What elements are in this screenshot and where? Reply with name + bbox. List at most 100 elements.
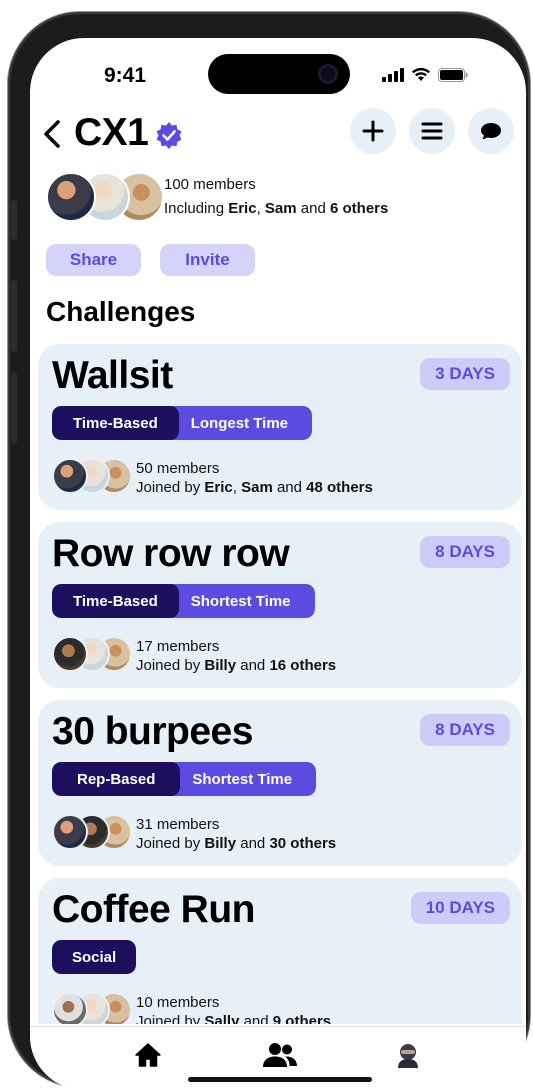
- menu-icon: [421, 122, 443, 140]
- member-name: Eric: [204, 479, 233, 496]
- days-badge: 3 DAYS: [420, 358, 510, 390]
- challenge-member-count: 17 members: [136, 638, 220, 655]
- challenge-title: Wallsit: [52, 354, 173, 397]
- challenge-member-count: 31 members: [136, 816, 220, 833]
- others-count: 9 others: [272, 1013, 332, 1024]
- avatar: [52, 458, 88, 494]
- days-badge: 8 DAYS: [420, 714, 510, 746]
- signal-icon: [382, 67, 404, 82]
- separator: and: [236, 835, 270, 852]
- member-name: Billy: [204, 657, 237, 674]
- type-tag: Social: [52, 940, 137, 974]
- joined-prefix: Joined by: [136, 657, 205, 674]
- challenge-avatars: [52, 636, 132, 672]
- status-icons: [382, 67, 468, 82]
- challenge-tags: Social: [52, 940, 137, 974]
- profile-avatar-icon: [398, 1044, 418, 1068]
- challenge-feed[interactable]: Wallsit 3 DAYS Time-Based Longest Time 5…: [38, 344, 522, 1024]
- goal-tag: Shortest Time: [168, 762, 317, 796]
- camera-icon: [318, 64, 338, 84]
- member-name: Sally: [204, 1013, 240, 1024]
- challenge-card[interactable]: Row row row 8 DAYS Time-Based Shortest T…: [38, 522, 522, 688]
- others-count: 48 others: [306, 479, 373, 496]
- chat-bubble-icon: [481, 123, 501, 140]
- separator: ,: [256, 200, 265, 217]
- separator: and: [239, 1013, 273, 1024]
- challenge-joined: Joined by Billy and 30 others: [136, 835, 336, 852]
- others-count: 6 others: [329, 200, 389, 217]
- member-avatars[interactable]: [46, 172, 164, 222]
- avatar: [52, 636, 88, 672]
- member-name: Sam: [264, 200, 297, 217]
- goal-tag: Longest Time: [166, 406, 313, 440]
- phone-frame: 9:41 CX1 100 members Including Eric, Sam…: [8, 12, 530, 1090]
- tab-bar: [30, 1026, 526, 1090]
- wifi-icon: [412, 67, 430, 81]
- tab-home[interactable]: [130, 1039, 166, 1071]
- challenge-title: Row row row: [52, 532, 290, 575]
- goal-tag: Shortest Time: [166, 584, 315, 618]
- action-button: [11, 200, 17, 240]
- member-name: Eric: [228, 200, 257, 217]
- chevron-left-icon: [44, 120, 60, 148]
- share-button[interactable]: Share: [46, 244, 141, 276]
- challenge-member-count: 50 members: [136, 460, 220, 477]
- challenge-avatars: [52, 992, 132, 1024]
- others-count: 16 others: [269, 657, 337, 674]
- chat-button[interactable]: [468, 108, 514, 154]
- tab-groups[interactable]: [260, 1039, 300, 1071]
- member-name: Billy: [204, 835, 237, 852]
- challenge-avatars: [52, 814, 132, 850]
- member-count: 100 members: [164, 176, 256, 193]
- including-prefix: Including: [164, 200, 229, 217]
- challenge-tags: Time-Based Longest Time: [52, 406, 313, 440]
- joined-prefix: Joined by: [136, 1013, 205, 1024]
- challenge-tags: Rep-Based Shortest Time: [52, 762, 317, 796]
- member-name: Sam: [241, 479, 273, 496]
- plus-icon: [362, 120, 384, 142]
- separator: ,: [232, 479, 242, 496]
- challenge-member-count: 10 members: [136, 994, 220, 1011]
- home-icon: [135, 1043, 161, 1067]
- status-time: 9:41: [104, 64, 147, 87]
- challenge-joined: Joined by Billy and 16 others: [136, 657, 336, 674]
- separator: and: [236, 657, 270, 674]
- back-button[interactable]: [42, 116, 70, 152]
- avatar: [52, 992, 88, 1024]
- section-title: Challenges: [46, 296, 196, 327]
- challenge-tags: Time-Based Shortest Time: [52, 584, 315, 618]
- members-summary: Including Eric, Sam and 6 others: [164, 200, 388, 217]
- challenge-card[interactable]: 30 burpees 8 DAYS Rep-Based Shortest Tim…: [38, 700, 522, 866]
- volume-up-button: [11, 280, 17, 352]
- challenge-title: Coffee Run: [52, 888, 256, 931]
- challenge-avatars: [52, 458, 132, 494]
- challenge-title: 30 burpees: [52, 710, 253, 753]
- challenge-joined: Joined by Sally and 9 others: [136, 1013, 331, 1024]
- type-tag: Time-Based: [52, 584, 179, 618]
- others-count: 30 others: [269, 835, 337, 852]
- dynamic-island: [208, 54, 350, 94]
- screen: 9:41 CX1 100 members Including Eric, Sam…: [30, 38, 526, 1090]
- joined-prefix: Joined by: [136, 479, 205, 496]
- tab-profile[interactable]: [390, 1039, 426, 1071]
- volume-down-button: [11, 372, 17, 444]
- days-badge: 8 DAYS: [420, 536, 510, 568]
- add-button[interactable]: [350, 108, 396, 154]
- group-icon: [263, 1043, 297, 1067]
- separator: and: [296, 200, 330, 217]
- home-indicator[interactable]: [188, 1077, 372, 1082]
- separator: and: [272, 479, 307, 496]
- invite-button[interactable]: Invite: [160, 244, 255, 276]
- challenge-joined: Joined by Eric, Sam and 48 others: [136, 479, 373, 496]
- type-tag: Time-Based: [52, 406, 179, 440]
- joined-prefix: Joined by: [136, 835, 205, 852]
- challenge-card[interactable]: Coffee Run 10 DAYS Social 10 members Joi…: [38, 878, 522, 1024]
- menu-button[interactable]: [409, 108, 455, 154]
- verified-badge-icon: [155, 121, 183, 154]
- type-tag: Rep-Based: [52, 762, 181, 796]
- days-badge: 10 DAYS: [410, 892, 510, 924]
- avatar: [46, 172, 96, 222]
- challenge-card[interactable]: Wallsit 3 DAYS Time-Based Longest Time 5…: [38, 344, 522, 510]
- battery-icon: [438, 67, 468, 82]
- avatar: [52, 814, 88, 850]
